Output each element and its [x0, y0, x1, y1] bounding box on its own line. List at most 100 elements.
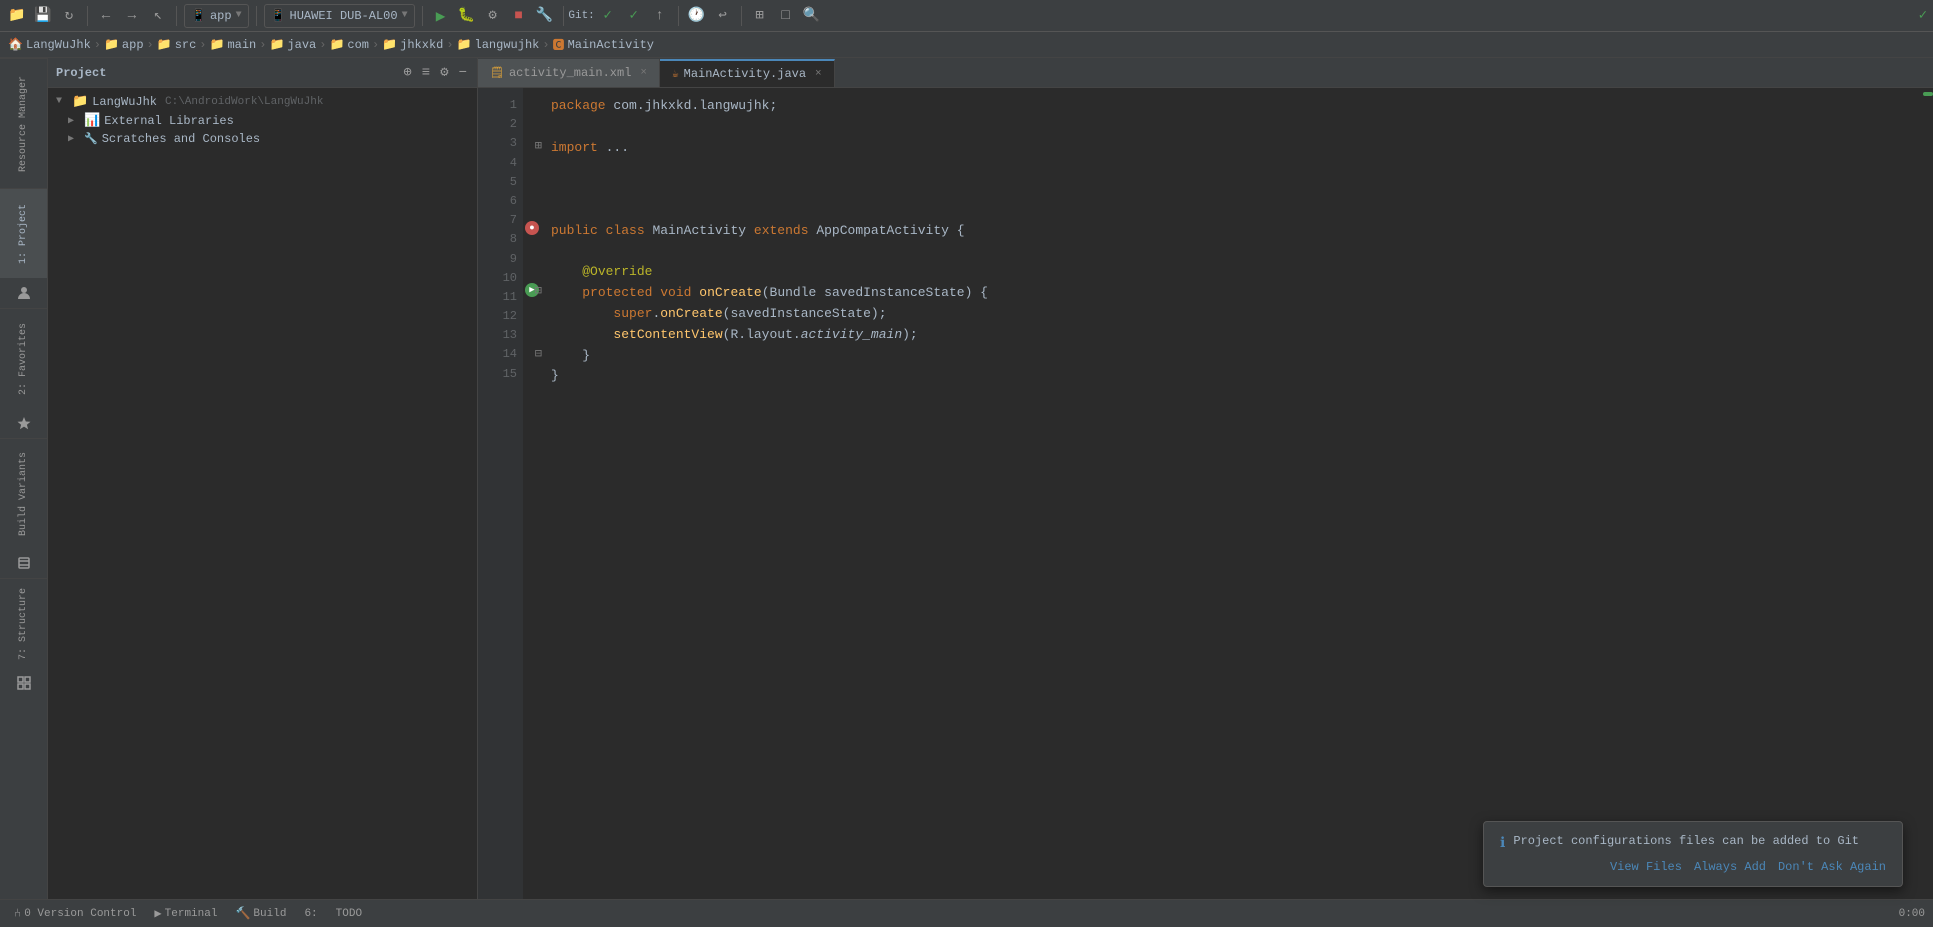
tab-activity-main[interactable]: 🗒 activity_main.xml × — [478, 59, 660, 87]
close-panel-icon[interactable]: − — [457, 63, 469, 83]
code-line-1: package com.jhkxkd.langwujhk; — [547, 96, 1919, 117]
app-label: app — [210, 9, 232, 23]
git-push-icon[interactable]: ↑ — [649, 5, 671, 27]
cursor-icon[interactable]: ↖ — [147, 5, 169, 27]
project-folder-icon: 📁 — [72, 94, 88, 109]
right-gutter — [1919, 88, 1933, 899]
tree-root-path: C:\AndroidWork\LangWuJhk — [165, 96, 323, 108]
code-line-4 — [547, 158, 1919, 179]
bc-mainactivity[interactable]: 🅲 MainActivity — [553, 36, 654, 53]
code-line-8 — [547, 242, 1919, 263]
tree-item-root[interactable]: ▼ 📁 LangWuJhk C:\AndroidWork\LangWuJhk — [48, 92, 477, 111]
code-content[interactable]: package com.jhkxkd.langwujhk; import ...… — [543, 88, 1919, 899]
code-gutter: ● ▶ ⊟ ⊟ ⊞ — [523, 88, 543, 899]
project-panel: Project ⊕ ≡ ⚙ − ▼ 📁 LangWuJhk C:\Android… — [48, 58, 478, 899]
tab-java-close[interactable]: × — [815, 68, 822, 80]
separator-4 — [422, 6, 423, 26]
separator-1 — [87, 6, 88, 26]
line-numbers: 1 2 3 4 5 6 7 8 9 10 11 12 13 14 15 — [478, 88, 523, 899]
star-icon[interactable] — [13, 412, 35, 434]
bc-project[interactable]: 🏠 LangWuJhk — [8, 37, 91, 52]
settings-icon[interactable]: ≡ — [420, 63, 432, 83]
tree-arrow-scratches: ▶ — [68, 133, 80, 145]
expand-icon-3[interactable]: ⊞ — [535, 138, 542, 153]
tab-6[interactable]: 6: — [298, 906, 323, 922]
run-icon[interactable]: ▶ — [430, 5, 452, 27]
debug-icon[interactable]: 🐛 — [456, 5, 478, 27]
left-side-panel: Resource Manager 1: Project 2: Favorites… — [0, 58, 48, 899]
save-icon[interactable]: 💾 — [32, 5, 54, 27]
code-line-15 — [547, 387, 1919, 408]
grid-icon[interactable] — [13, 672, 35, 694]
bc-src-label: src — [175, 38, 197, 52]
structure-tab[interactable]: 7: Structure — [0, 578, 47, 668]
xml-file-icon: 🗒 — [490, 66, 504, 80]
tools-icon[interactable]: 🔧 — [534, 5, 556, 27]
terminal-tab[interactable]: ▶ Terminal — [148, 904, 223, 923]
build-icon: 🔨 — [235, 906, 250, 921]
git-icon[interactable]: Git: — [571, 5, 593, 27]
bc-java-icon: 📁 — [269, 37, 284, 52]
undo-icon[interactable]: ↩ — [712, 5, 734, 27]
device-label: HUAWEI DUB-AL00 — [290, 9, 398, 23]
bc-app[interactable]: 📁 app — [104, 37, 144, 52]
todo-tab[interactable]: TODO — [330, 906, 368, 922]
app-dropdown[interactable]: 📱 app ▼ — [184, 4, 249, 28]
bc-com-icon: 📁 — [329, 37, 344, 52]
version-control-tab[interactable]: ⑃ 0 Version Control — [8, 905, 142, 923]
layout-icon[interactable]: ⊞ — [749, 5, 771, 27]
back-icon[interactable]: ← — [95, 5, 117, 27]
search-icon[interactable]: 🔍 — [801, 5, 823, 27]
bc-sep-3: › — [199, 38, 206, 52]
code-line-12: setContentView(R.layout.activity_main); — [547, 325, 1919, 346]
always-add-link[interactable]: Always Add — [1694, 860, 1766, 874]
code-editor: 1 2 3 4 5 6 7 8 9 10 11 12 13 14 15 ● — [478, 88, 1933, 899]
breakpoint-icon[interactable]: ● — [525, 221, 539, 235]
bc-app-label: app — [122, 38, 144, 52]
bc-src[interactable]: 📁 src — [157, 37, 197, 52]
bc-main[interactable]: 📁 main — [210, 37, 257, 52]
open-folder-icon[interactable]: 📁 — [6, 5, 28, 27]
build-variants-tab[interactable]: Build Variants — [0, 438, 47, 548]
profile-icon[interactable]: ⚙ — [482, 5, 504, 27]
tab-xml-close[interactable]: × — [640, 67, 647, 79]
layers-icon[interactable] — [13, 552, 35, 574]
sync-icon[interactable]: ↻ — [58, 5, 80, 27]
bc-langwujhk[interactable]: 📁 langwujhk — [457, 37, 540, 52]
stop-icon[interactable]: ■ — [508, 5, 530, 27]
view-files-link[interactable]: View Files — [1610, 860, 1682, 874]
favorites-tab[interactable]: 2: Favorites — [0, 308, 47, 408]
fold-icon-13[interactable]: ⊟ — [535, 346, 542, 361]
bc-java-label: java — [287, 38, 316, 52]
window-icon[interactable]: □ — [775, 5, 797, 27]
bc-sep-5: › — [319, 38, 326, 52]
fold-icon-10[interactable]: ⊟ — [535, 283, 542, 298]
git-check2-icon[interactable]: ✓ — [623, 5, 645, 27]
resource-manager-tab[interactable]: Resource Manager — [0, 58, 47, 188]
bc-sep-8: › — [542, 38, 549, 52]
tab-mainactivity[interactable]: ☕ MainActivity.java × — [660, 59, 835, 87]
bc-jhkxkd-icon: 📁 — [382, 37, 397, 52]
clock-icon[interactable]: 🕐 — [686, 5, 708, 27]
bc-langwujhk-icon: 📁 — [457, 37, 472, 52]
code-line-10: protected void onCreate(Bundle savedInst… — [547, 283, 1919, 304]
bc-java[interactable]: 📁 java — [269, 37, 316, 52]
vc-label: 0 Version Control — [24, 908, 136, 920]
device-dropdown[interactable]: 📱 HUAWEI DUB-AL00 ▼ — [264, 4, 415, 28]
bc-com[interactable]: 📁 com — [329, 37, 369, 52]
tree-item-scratches[interactable]: ▶ 🔧 Scratches and Consoles — [48, 130, 477, 148]
device-icon: 📱 — [271, 8, 286, 23]
project-tab[interactable]: 1: Project — [0, 188, 47, 278]
git-check1-icon[interactable]: ✓ — [597, 5, 619, 27]
person-icon[interactable] — [13, 282, 35, 304]
notification-popup: ℹ Project configurations files can be ad… — [1483, 821, 1903, 887]
tree-item-ext-libs[interactable]: ▶ 📊 External Libraries — [48, 111, 477, 130]
gear-icon[interactable]: ⚙ — [438, 62, 450, 83]
forward-icon[interactable]: → — [121, 5, 143, 27]
project-panel-header: Project ⊕ ≡ ⚙ − — [48, 58, 477, 88]
code-line-11: super.onCreate(savedInstanceState); — [547, 304, 1919, 325]
bc-jhkxkd[interactable]: 📁 jhkxkd — [382, 37, 443, 52]
dont-ask-link[interactable]: Don't Ask Again — [1778, 860, 1886, 874]
locate-icon[interactable]: ⊕ — [401, 62, 413, 83]
build-tab[interactable]: 🔨 Build — [229, 904, 292, 923]
